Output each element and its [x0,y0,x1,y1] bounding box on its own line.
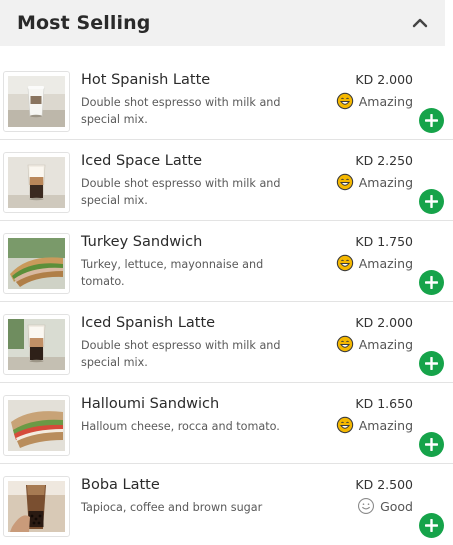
item-description: Tapioca, coffee and brown sugar [81,501,263,514]
item-name: Halloumi Sandwich [81,396,220,412]
add-to-cart-button[interactable] [419,351,444,376]
smile-outline-icon [358,497,375,515]
rating-label: Amazing [358,174,413,190]
item-description: Double shot espresso with milk and speci… [81,339,281,369]
grin-emoji-icon [336,173,353,191]
chevron-up-icon[interactable] [411,14,429,32]
item-rating: Amazing [336,92,413,110]
add-to-cart-button[interactable] [419,432,444,457]
rating-label: Good [380,498,413,514]
section-title: Most Selling [17,12,151,34]
hot-latte-cup-image [3,71,70,132]
list-item[interactable]: Iced Space Latte Double shot espresso wi… [0,140,453,221]
plus-icon [425,276,438,289]
item-rating: Good [357,497,413,515]
item-price: KD 2.000 [355,315,413,330]
item-description: Turkey, lettuce, mayonnaise and tomato. [81,258,264,288]
grin-emoji-icon [336,254,353,272]
list-item[interactable]: Turkey Sandwich Turkey, lettuce, mayonna… [0,221,453,302]
item-price: KD 2.000 [355,72,413,87]
add-to-cart-button[interactable] [419,513,444,538]
rating-label: Amazing [358,93,413,109]
halloumi-sandwich-image [3,395,70,456]
turkey-sandwich-image [3,233,70,294]
item-rating: Amazing [336,254,413,272]
item-name: Boba Latte [81,477,160,493]
list-item[interactable]: Halloumi Sandwich Halloum cheese, rocca … [0,383,453,464]
grin-emoji-icon [336,92,353,110]
grin-emoji-icon [336,416,353,434]
item-rating: Amazing [336,173,413,191]
plus-icon [425,519,438,532]
item-name: Hot Spanish Latte [81,72,211,88]
add-to-cart-button[interactable] [419,189,444,214]
item-rating: Amazing [336,335,413,353]
item-price: KD 1.650 [355,396,413,411]
add-to-cart-button[interactable] [419,270,444,295]
iced-latte-glass-image [3,152,70,213]
item-description: Halloum cheese, rocca and tomato. [81,420,280,433]
item-name: Iced Space Latte [81,153,203,169]
rating-label: Amazing [358,417,413,433]
item-rating: Amazing [336,416,413,434]
item-price: KD 1.750 [355,234,413,249]
boba-latte-image [3,476,70,537]
add-to-cart-button[interactable] [419,108,444,133]
rating-label: Amazing [358,255,413,271]
item-price: KD 2.500 [355,477,413,492]
section-header[interactable]: Most Selling [0,0,445,46]
item-price: KD 2.250 [355,153,413,168]
list-item[interactable]: Hot Spanish Latte Double shot espresso w… [0,59,453,140]
rating-label: Amazing [358,336,413,352]
plus-icon [425,195,438,208]
item-name: Iced Spanish Latte [81,315,216,331]
iced-spanish-latte-image [3,314,70,375]
list-item[interactable]: Iced Spanish Latte Double shot espresso … [0,302,453,383]
plus-icon [425,114,438,127]
list-item[interactable]: Boba Latte Tapioca, coffee and brown sug… [0,464,453,545]
item-description: Double shot espresso with milk and speci… [81,177,281,207]
plus-icon [425,357,438,370]
item-description: Double shot espresso with milk and speci… [81,96,281,126]
grin-emoji-icon [336,335,353,353]
item-name: Turkey Sandwich [81,234,203,250]
plus-icon [425,438,438,451]
product-list: Hot Spanish Latte Double shot espresso w… [0,59,453,545]
